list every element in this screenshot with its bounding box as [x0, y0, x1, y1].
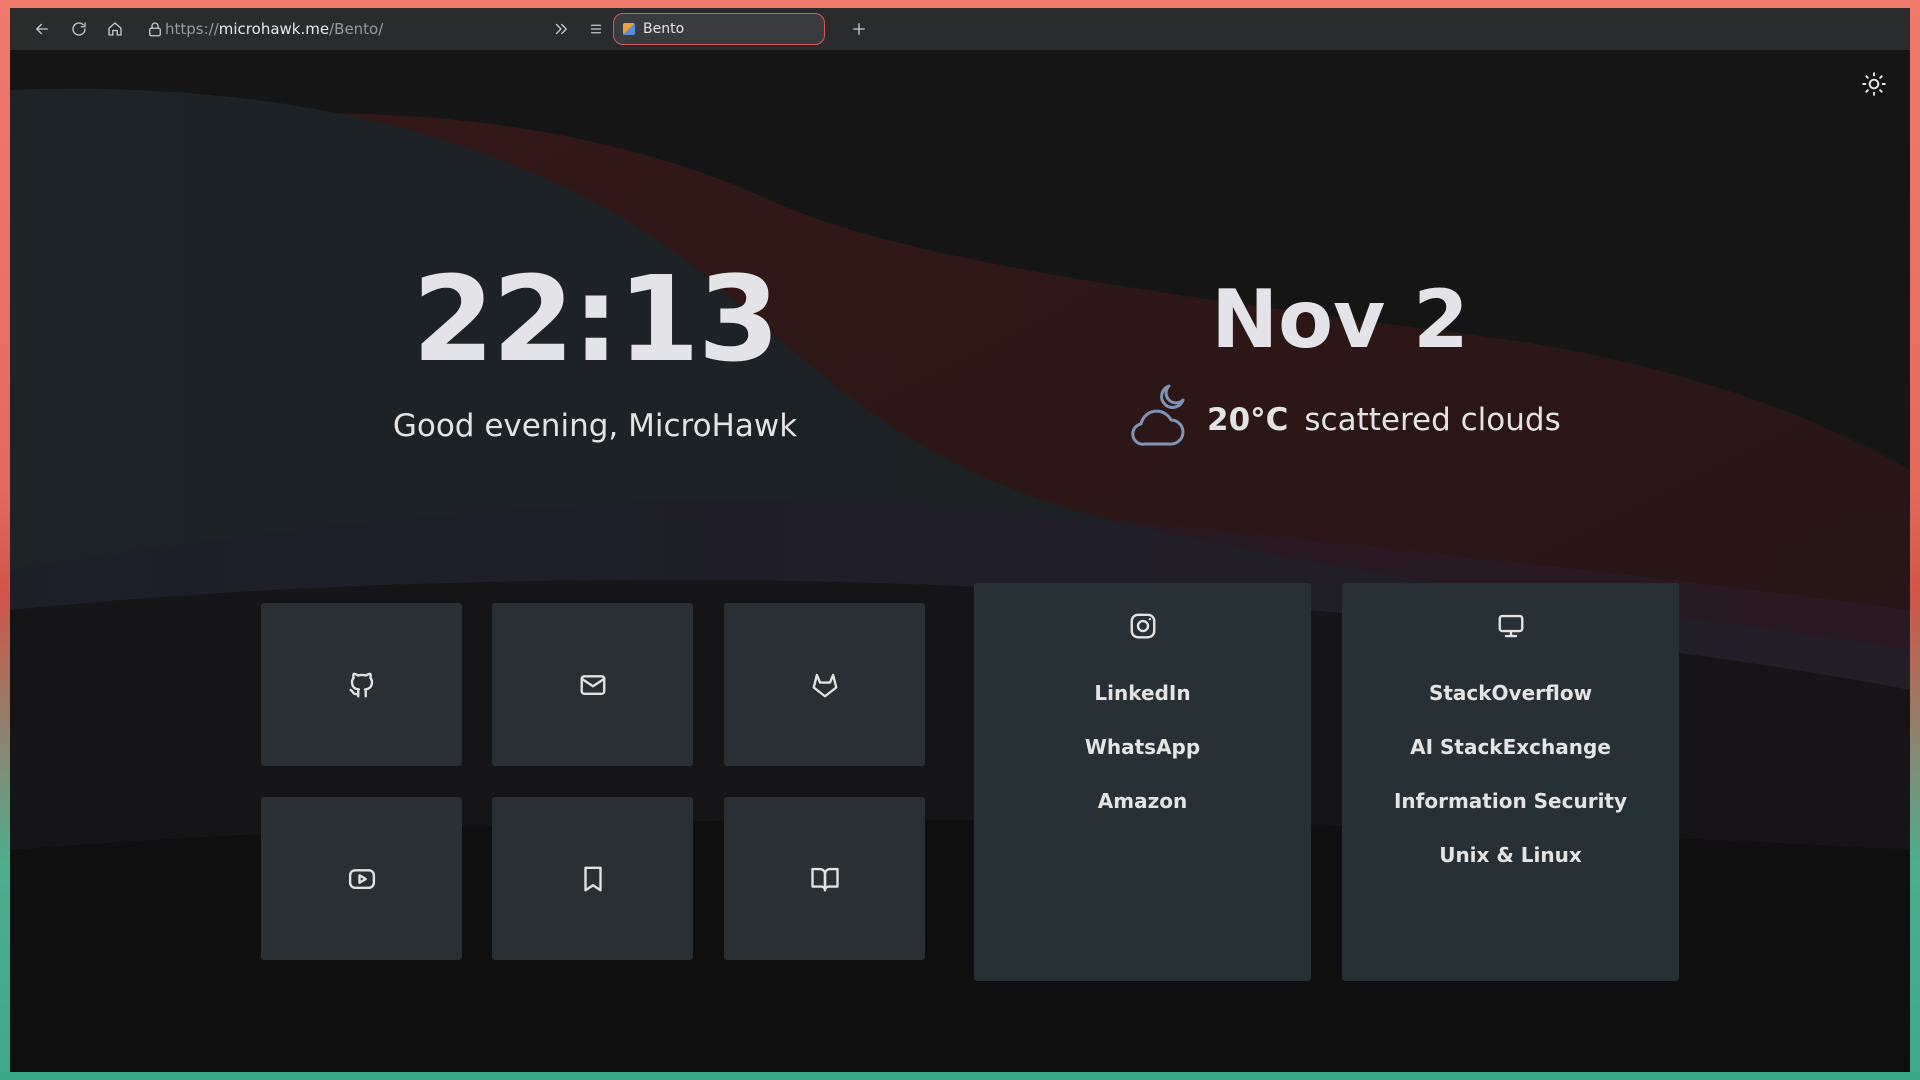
link-stackoverflow[interactable]: StackOverflow — [1342, 681, 1679, 735]
reload-icon[interactable] — [67, 17, 91, 41]
url-bar[interactable]: https://microhawk.me/Bento/ — [165, 20, 383, 38]
back-arrow-icon[interactable] — [30, 17, 54, 41]
book-open-icon — [810, 867, 839, 891]
tab-title: Bento — [643, 21, 685, 37]
instagram-icon — [1130, 613, 1155, 639]
date: Nov 2 — [1211, 273, 1469, 366]
link-information-security[interactable]: Information Security — [1342, 789, 1679, 843]
mail-icon — [580, 674, 605, 695]
greeting: Good evening, MicroHawk — [392, 408, 798, 444]
github-icon — [349, 672, 373, 697]
link-amazon[interactable]: Amazon — [974, 789, 1311, 843]
monitor-icon — [1498, 614, 1523, 638]
tile-mail[interactable] — [492, 603, 693, 766]
cloud-moon-icon — [1125, 382, 1193, 459]
link-linkedin[interactable]: LinkedIn — [974, 681, 1311, 735]
gitlab-icon — [812, 673, 837, 697]
weather-condition: scattered clouds — [1304, 402, 1561, 438]
links-card-tech: StackOverflow AI StackExchange Informati… — [1342, 583, 1679, 981]
tab-bento[interactable]: Bento — [613, 13, 825, 45]
link-unix-linux[interactable]: Unix & Linux — [1342, 843, 1679, 897]
tile-book[interactable] — [724, 797, 925, 960]
menu-icon[interactable] — [584, 17, 608, 41]
lock-icon — [143, 17, 167, 41]
url-scheme: https:// — [165, 20, 219, 38]
link-ai-stackexchange[interactable]: AI StackExchange — [1342, 735, 1679, 789]
url-path: /Bento/ — [329, 20, 384, 38]
url-host: microhawk.me — [218, 20, 330, 38]
weather: 20°C scattered clouds — [1125, 380, 1561, 460]
links-card-social: LinkedIn WhatsApp Amazon — [974, 583, 1311, 981]
temperature: 20°C — [1207, 402, 1289, 438]
youtube-icon — [348, 868, 375, 889]
bento-page: 22:13 Good evening, MicroHawk Nov 2 20°C… — [10, 50, 1910, 1072]
overflow-chevrons-icon[interactable] — [549, 17, 573, 41]
bookmark-icon — [583, 866, 602, 891]
tile-github[interactable] — [261, 603, 462, 766]
tab-favicon-icon — [623, 23, 635, 35]
clock: 22:13 — [412, 250, 780, 388]
link-whatsapp[interactable]: WhatsApp — [974, 735, 1311, 789]
new-tab-plus-icon[interactable] — [847, 17, 871, 41]
theme-toggle-button[interactable] — [1860, 70, 1888, 98]
tile-youtube[interactable] — [261, 797, 462, 960]
browser-toolbar: https://microhawk.me/Bento/ Bento — [10, 8, 1910, 50]
tile-gitlab[interactable] — [724, 603, 925, 766]
sun-icon — [1862, 72, 1886, 96]
browser-window: https://microhawk.me/Bento/ Bento 22:13 … — [10, 8, 1910, 1072]
tile-bookmark[interactable] — [492, 797, 693, 960]
home-icon[interactable] — [103, 17, 127, 41]
